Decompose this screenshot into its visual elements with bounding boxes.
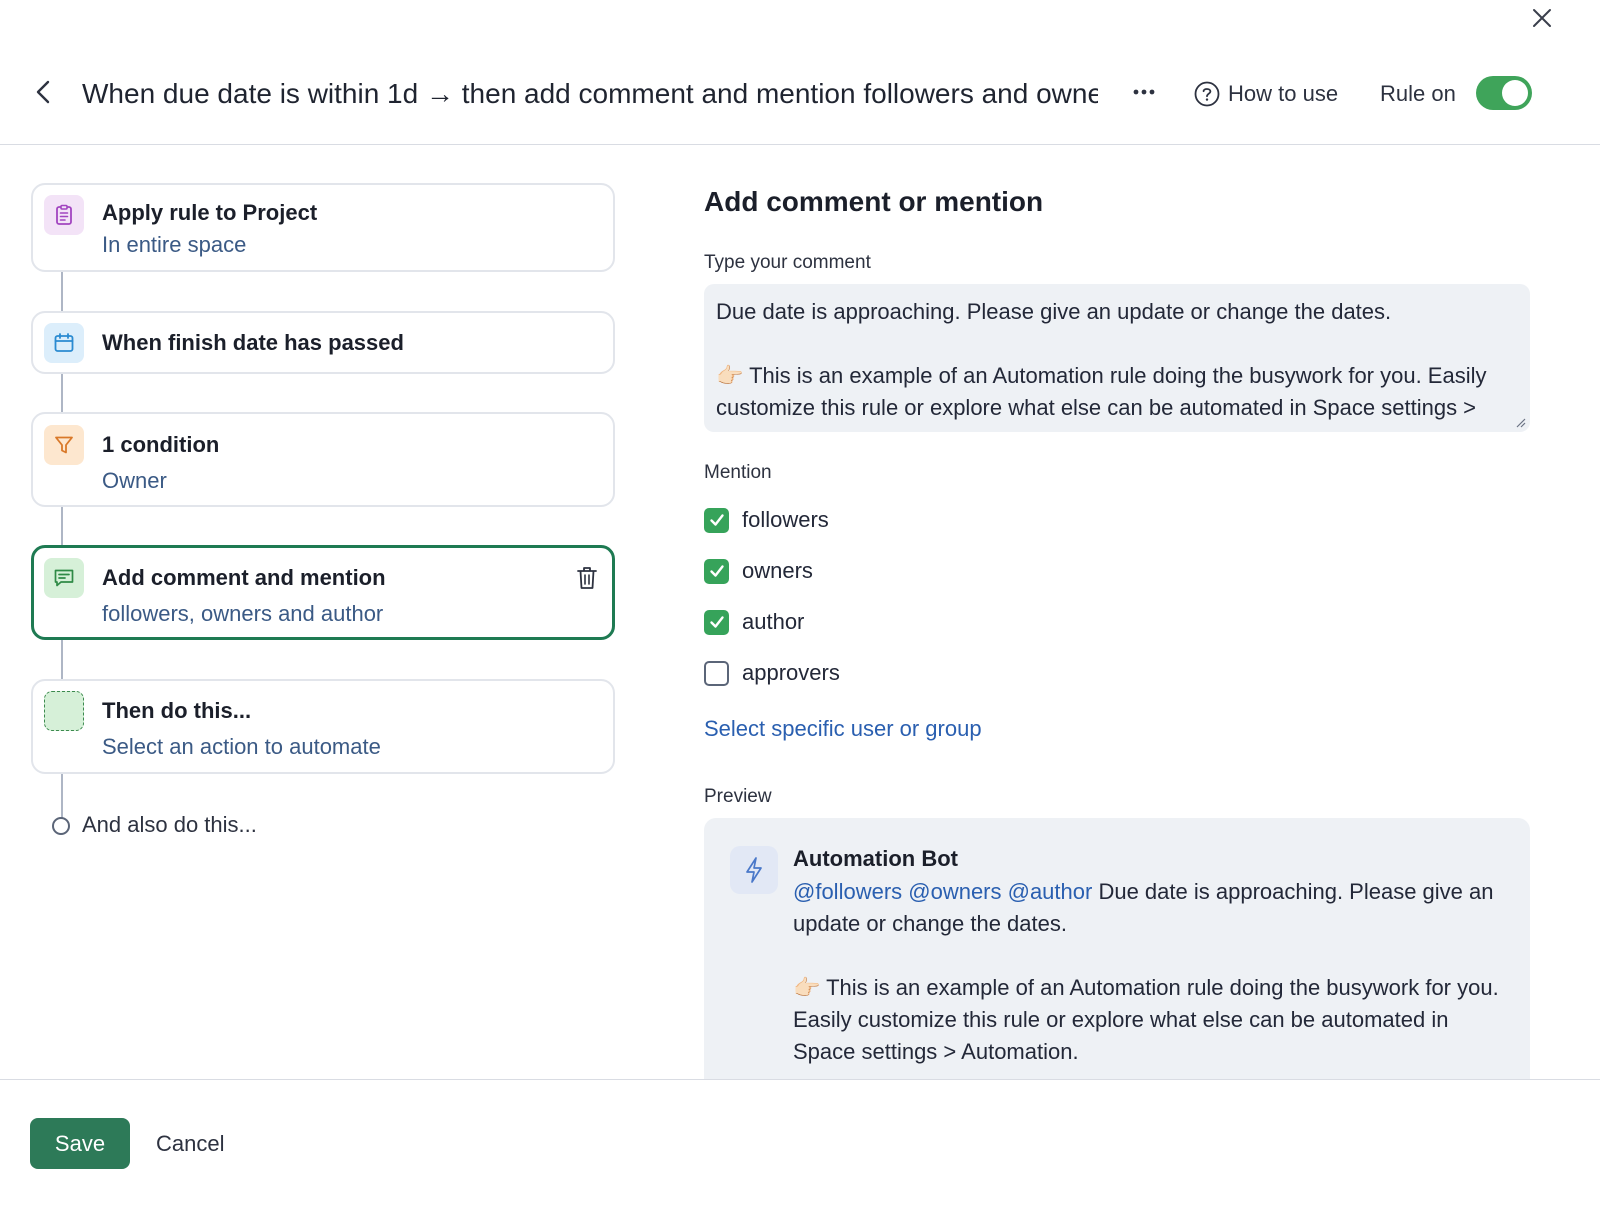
comment-field-label: Type your comment bbox=[704, 252, 871, 273]
mention-option-approvers[interactable]: approvers bbox=[704, 660, 840, 686]
mention-tags[interactable]: @followers @owners @author bbox=[793, 879, 1092, 904]
bot-message-paragraph: @followers @owners @author Due date is a… bbox=[793, 876, 1513, 940]
flow-card-apply-rule[interactable]: Apply rule to Project In entire space bbox=[31, 183, 615, 272]
flow-card-trigger[interactable]: When finish date has passed bbox=[31, 311, 615, 374]
check-icon bbox=[709, 616, 724, 628]
more-horizontal-icon bbox=[1133, 89, 1155, 95]
comment-textarea[interactable]: Due date is approaching. Please give an … bbox=[704, 284, 1530, 432]
check-icon bbox=[709, 514, 724, 526]
preview-label: Preview bbox=[704, 786, 772, 807]
rule-header: When due date is within 1d → then add co… bbox=[0, 48, 1600, 145]
card-subtitle: Select an action to automate bbox=[102, 734, 381, 759]
close-icon bbox=[1533, 9, 1551, 27]
rule-on-toggle[interactable] bbox=[1476, 76, 1532, 110]
card-title: 1 condition bbox=[102, 432, 220, 457]
mention-option-author[interactable]: author bbox=[704, 609, 804, 635]
save-button[interactable]: Save bbox=[30, 1118, 130, 1169]
more-options-button[interactable] bbox=[1126, 80, 1162, 104]
flow-connector bbox=[61, 506, 63, 547]
filter-icon bbox=[44, 425, 84, 465]
flow-connector bbox=[61, 373, 63, 413]
close-button[interactable] bbox=[1528, 4, 1556, 32]
lightning-icon bbox=[746, 857, 762, 883]
bot-name: Automation Bot bbox=[793, 846, 958, 871]
help-circle-icon bbox=[1194, 81, 1220, 107]
mention-option-label: author bbox=[742, 609, 805, 634]
bot-message: @followers @owners @author Due date is a… bbox=[793, 876, 1513, 1068]
mention-option-label: followers bbox=[742, 507, 829, 532]
mention-option-label: owners bbox=[742, 558, 813, 583]
comment-text-line: Due date is approaching. Please give an … bbox=[716, 299, 1392, 324]
placeholder-icon bbox=[44, 691, 84, 731]
card-title: Apply rule to Project bbox=[102, 200, 318, 225]
flow-card-condition[interactable]: 1 condition Owner bbox=[31, 412, 615, 507]
flow-connector bbox=[61, 271, 63, 311]
delete-step-button[interactable] bbox=[574, 564, 600, 592]
card-subtitle: In entire space bbox=[102, 232, 247, 257]
add-another-action-link[interactable]: And also do this... bbox=[82, 812, 257, 838]
checkbox-unchecked[interactable] bbox=[704, 660, 729, 686]
trash-icon bbox=[577, 567, 597, 589]
flow-card-then-do[interactable]: Then do this... Select an action to auto… bbox=[31, 679, 615, 774]
how-to-use-label: How to use bbox=[1228, 81, 1339, 106]
bot-message-text: 👉🏻 This is an example of an Automation r… bbox=[793, 975, 1499, 1064]
card-title: Add comment and mention bbox=[102, 565, 386, 590]
checkbox-checked[interactable] bbox=[704, 558, 729, 584]
mention-option-owners[interactable]: owners bbox=[704, 558, 813, 584]
card-subtitle: Owner bbox=[102, 468, 167, 493]
mention-option-followers[interactable]: followers bbox=[704, 507, 829, 533]
panel-title: Add comment or mention bbox=[704, 186, 1044, 217]
mention-option-label: approvers bbox=[742, 660, 840, 685]
comment-text-line: 👉🏻 This is an example of an Automation r… bbox=[716, 363, 1493, 420]
card-subtitle: followers, owners and author bbox=[102, 601, 384, 626]
chevron-left-icon bbox=[36, 80, 50, 104]
resize-handle-icon[interactable] bbox=[1514, 416, 1526, 428]
cancel-button[interactable]: Cancel bbox=[156, 1118, 224, 1169]
flow-connector bbox=[61, 773, 63, 818]
calendar-icon bbox=[44, 323, 84, 363]
mention-field-label: Mention bbox=[704, 462, 772, 483]
checkbox-checked[interactable] bbox=[704, 507, 729, 533]
how-to-use-link[interactable]: How to use bbox=[1194, 76, 1338, 112]
toggle-knob bbox=[1502, 80, 1528, 106]
comment-text-blank bbox=[716, 328, 1518, 360]
check-icon bbox=[709, 565, 724, 577]
card-title: When finish date has passed bbox=[102, 330, 404, 355]
bot-avatar bbox=[730, 846, 778, 894]
comment-icon bbox=[44, 558, 84, 598]
add-step-node bbox=[52, 817, 70, 835]
back-button[interactable] bbox=[30, 78, 58, 106]
footer-bar: Save Cancel bbox=[0, 1079, 1600, 1217]
comment-preview: Automation Bot @followers @owners @autho… bbox=[704, 818, 1530, 1080]
rule-title[interactable]: When due date is within 1d → then add co… bbox=[82, 76, 1098, 112]
card-title: Then do this... bbox=[102, 698, 252, 723]
rule-on-label: Rule on bbox=[1380, 81, 1456, 106]
flow-connector bbox=[61, 638, 63, 679]
bot-message-blank bbox=[793, 940, 1513, 972]
flow-card-add-comment[interactable]: Add comment and mention followers, owner… bbox=[31, 545, 615, 640]
checkbox-checked[interactable] bbox=[704, 609, 729, 635]
select-user-or-group-link[interactable]: Select specific user or group bbox=[704, 716, 982, 742]
clipboard-icon bbox=[44, 195, 84, 235]
